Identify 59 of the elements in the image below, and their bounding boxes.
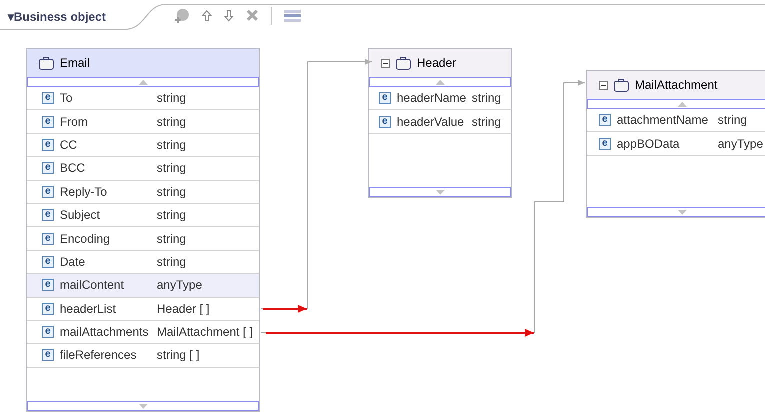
entity-name: Header [417,55,456,72]
element-marker: e [42,162,54,174]
element-marker: e [42,209,54,222]
field-name: From [60,114,88,131]
field-type: Header [ ] [157,300,211,318]
field-name: To [60,90,73,108]
field-type: anyType [157,277,204,294]
field-name: Date [60,254,86,271]
element-marker: e [42,232,54,245]
field-name: CC [60,136,78,154]
element-marker: e [42,279,54,292]
field-type: string [157,254,188,271]
field-name: fileReferences [60,347,137,364]
field-name: attachmentName [617,112,708,130]
field-name: mailAttachments [60,324,149,342]
field-type: string [157,207,188,224]
field-name: Reply-To [60,184,108,201]
field-type: string [157,184,188,201]
entity-name: MailAttachment [635,77,718,94]
field-type: string [157,114,188,131]
element-marker: e [42,138,54,151]
field-name: headerName [397,90,466,108]
field-type: string [157,230,188,248]
field-name: headerValue [397,114,464,131]
element-marker: e [379,116,391,128]
element-marker: e [599,114,611,126]
element-marker: e [599,138,611,150]
field-name: appBOData [617,136,680,153]
field-type: anyType [718,136,764,153]
element-marker: e [42,302,54,315]
field-type: MailAttachment [ ] [157,324,254,342]
element-marker: e [379,92,391,104]
field-row[interactable]: e mailContent anyType [27,274,259,298]
field-type: string [472,90,502,108]
element-marker: e [42,349,54,362]
entity-box[interactable]: Header e headerName string e headerValue string [368,48,512,198]
element-marker: e [42,256,54,268]
field-type: string [472,114,502,131]
field-row[interactable]: e Reply-To string [27,180,259,204]
section-tab[interactable]: ▾Business object [0,4,126,30]
element-marker: e [42,116,54,128]
field-row[interactable]: e headerList Header [ ] [27,298,259,321]
element-marker: e [42,326,54,338]
element-marker: e [42,92,54,104]
field-row[interactable]: e Date string [27,250,259,274]
field-type: string [157,90,188,108]
entity-box[interactable]: MailAttachment e attachmentName string e appBOData anyType [586,70,765,218]
field-type: string [157,136,188,154]
field-type: string [718,112,748,130]
field-name: Encoding [60,230,110,248]
section-title[interactable]: ▾Business object [8,8,106,26]
entity-name: Email [60,55,90,72]
field-name: headerList [60,300,116,318]
field-name: BCC [60,160,86,178]
field-name: mailContent [60,277,124,294]
field-name: Subject [60,207,100,224]
field-type: string [ ] [157,347,201,364]
field-type: string [157,160,188,178]
element-marker: e [42,186,54,198]
